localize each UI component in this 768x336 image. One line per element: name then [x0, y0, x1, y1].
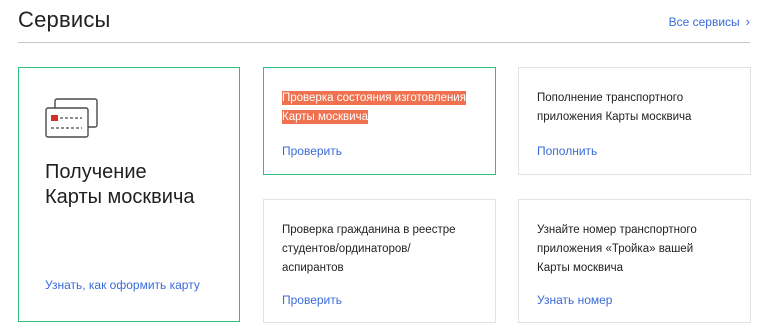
card-status-text-line1: Проверка состояния изготовления — [282, 91, 466, 105]
card-status-text-line2: Карты москвича — [282, 110, 368, 124]
all-services-label: Все сервисы — [668, 15, 740, 29]
card-troika-number[interactable]: Узнайте номер транспортного приложения «… — [518, 199, 751, 323]
card-troika-text: Узнайте номер транспортного приложения «… — [537, 221, 734, 278]
all-services-link[interactable]: Все сервисы › — [669, 14, 750, 30]
card-troika-text-line2: приложения «Тройка» вашей — [537, 243, 694, 255]
topup-link[interactable]: Пополнить — [537, 143, 597, 159]
check-status-link[interactable]: Проверить — [282, 143, 342, 159]
services-page: Сервисы Все сервисы › Получение Карты мос… — [0, 0, 768, 336]
card-registry-text: Проверка гражданина в реестре студентов/… — [282, 221, 479, 278]
find-number-link[interactable]: Узнать номер — [537, 292, 612, 308]
chevron-right-icon: › — [745, 14, 750, 29]
page-title: Сервисы — [18, 7, 111, 32]
card-troika-text-line1: Узнайте номер транспортного — [537, 224, 697, 236]
card-main-title-line2: Карты москвича — [45, 186, 195, 208]
card-check-registry[interactable]: Проверка гражданина в реестре студентов/… — [263, 199, 496, 323]
card-topup-text-line1: Пополнение транспортного — [537, 92, 684, 104]
card-check-status[interactable]: Проверка состояния изготовления Карты мо… — [263, 67, 496, 175]
card-topup-text-line2: приложения Карты москвича — [537, 111, 692, 123]
card-main-title-line1: Получение — [45, 161, 147, 183]
check-registry-link[interactable]: Проверить — [282, 292, 342, 308]
card-status-text: Проверка состояния изготовления Карты мо… — [282, 89, 479, 127]
bottom-fade — [0, 326, 768, 336]
card-registry-text-line1: Проверка гражданина в реестре — [282, 224, 456, 236]
card-registry-text-line3: аспирантов — [282, 262, 344, 274]
card-main-title: Получение Карты москвича — [45, 160, 195, 210]
card-stack-icon — [45, 98, 98, 138]
card-topup-transport[interactable]: Пополнение транспортного приложения Карт… — [518, 67, 751, 175]
card-get-moscow-card[interactable]: Получение Карты москвича Узнать, как офо… — [18, 67, 240, 322]
header-divider — [18, 42, 750, 43]
card-troika-text-line3: Карты москвича — [537, 262, 623, 274]
how-to-get-card-link[interactable]: Узнать, как оформить карту — [45, 277, 200, 293]
card-topup-text: Пополнение транспортного приложения Карт… — [537, 89, 734, 127]
card-registry-text-line2: студентов/ординаторов/ — [282, 243, 411, 255]
